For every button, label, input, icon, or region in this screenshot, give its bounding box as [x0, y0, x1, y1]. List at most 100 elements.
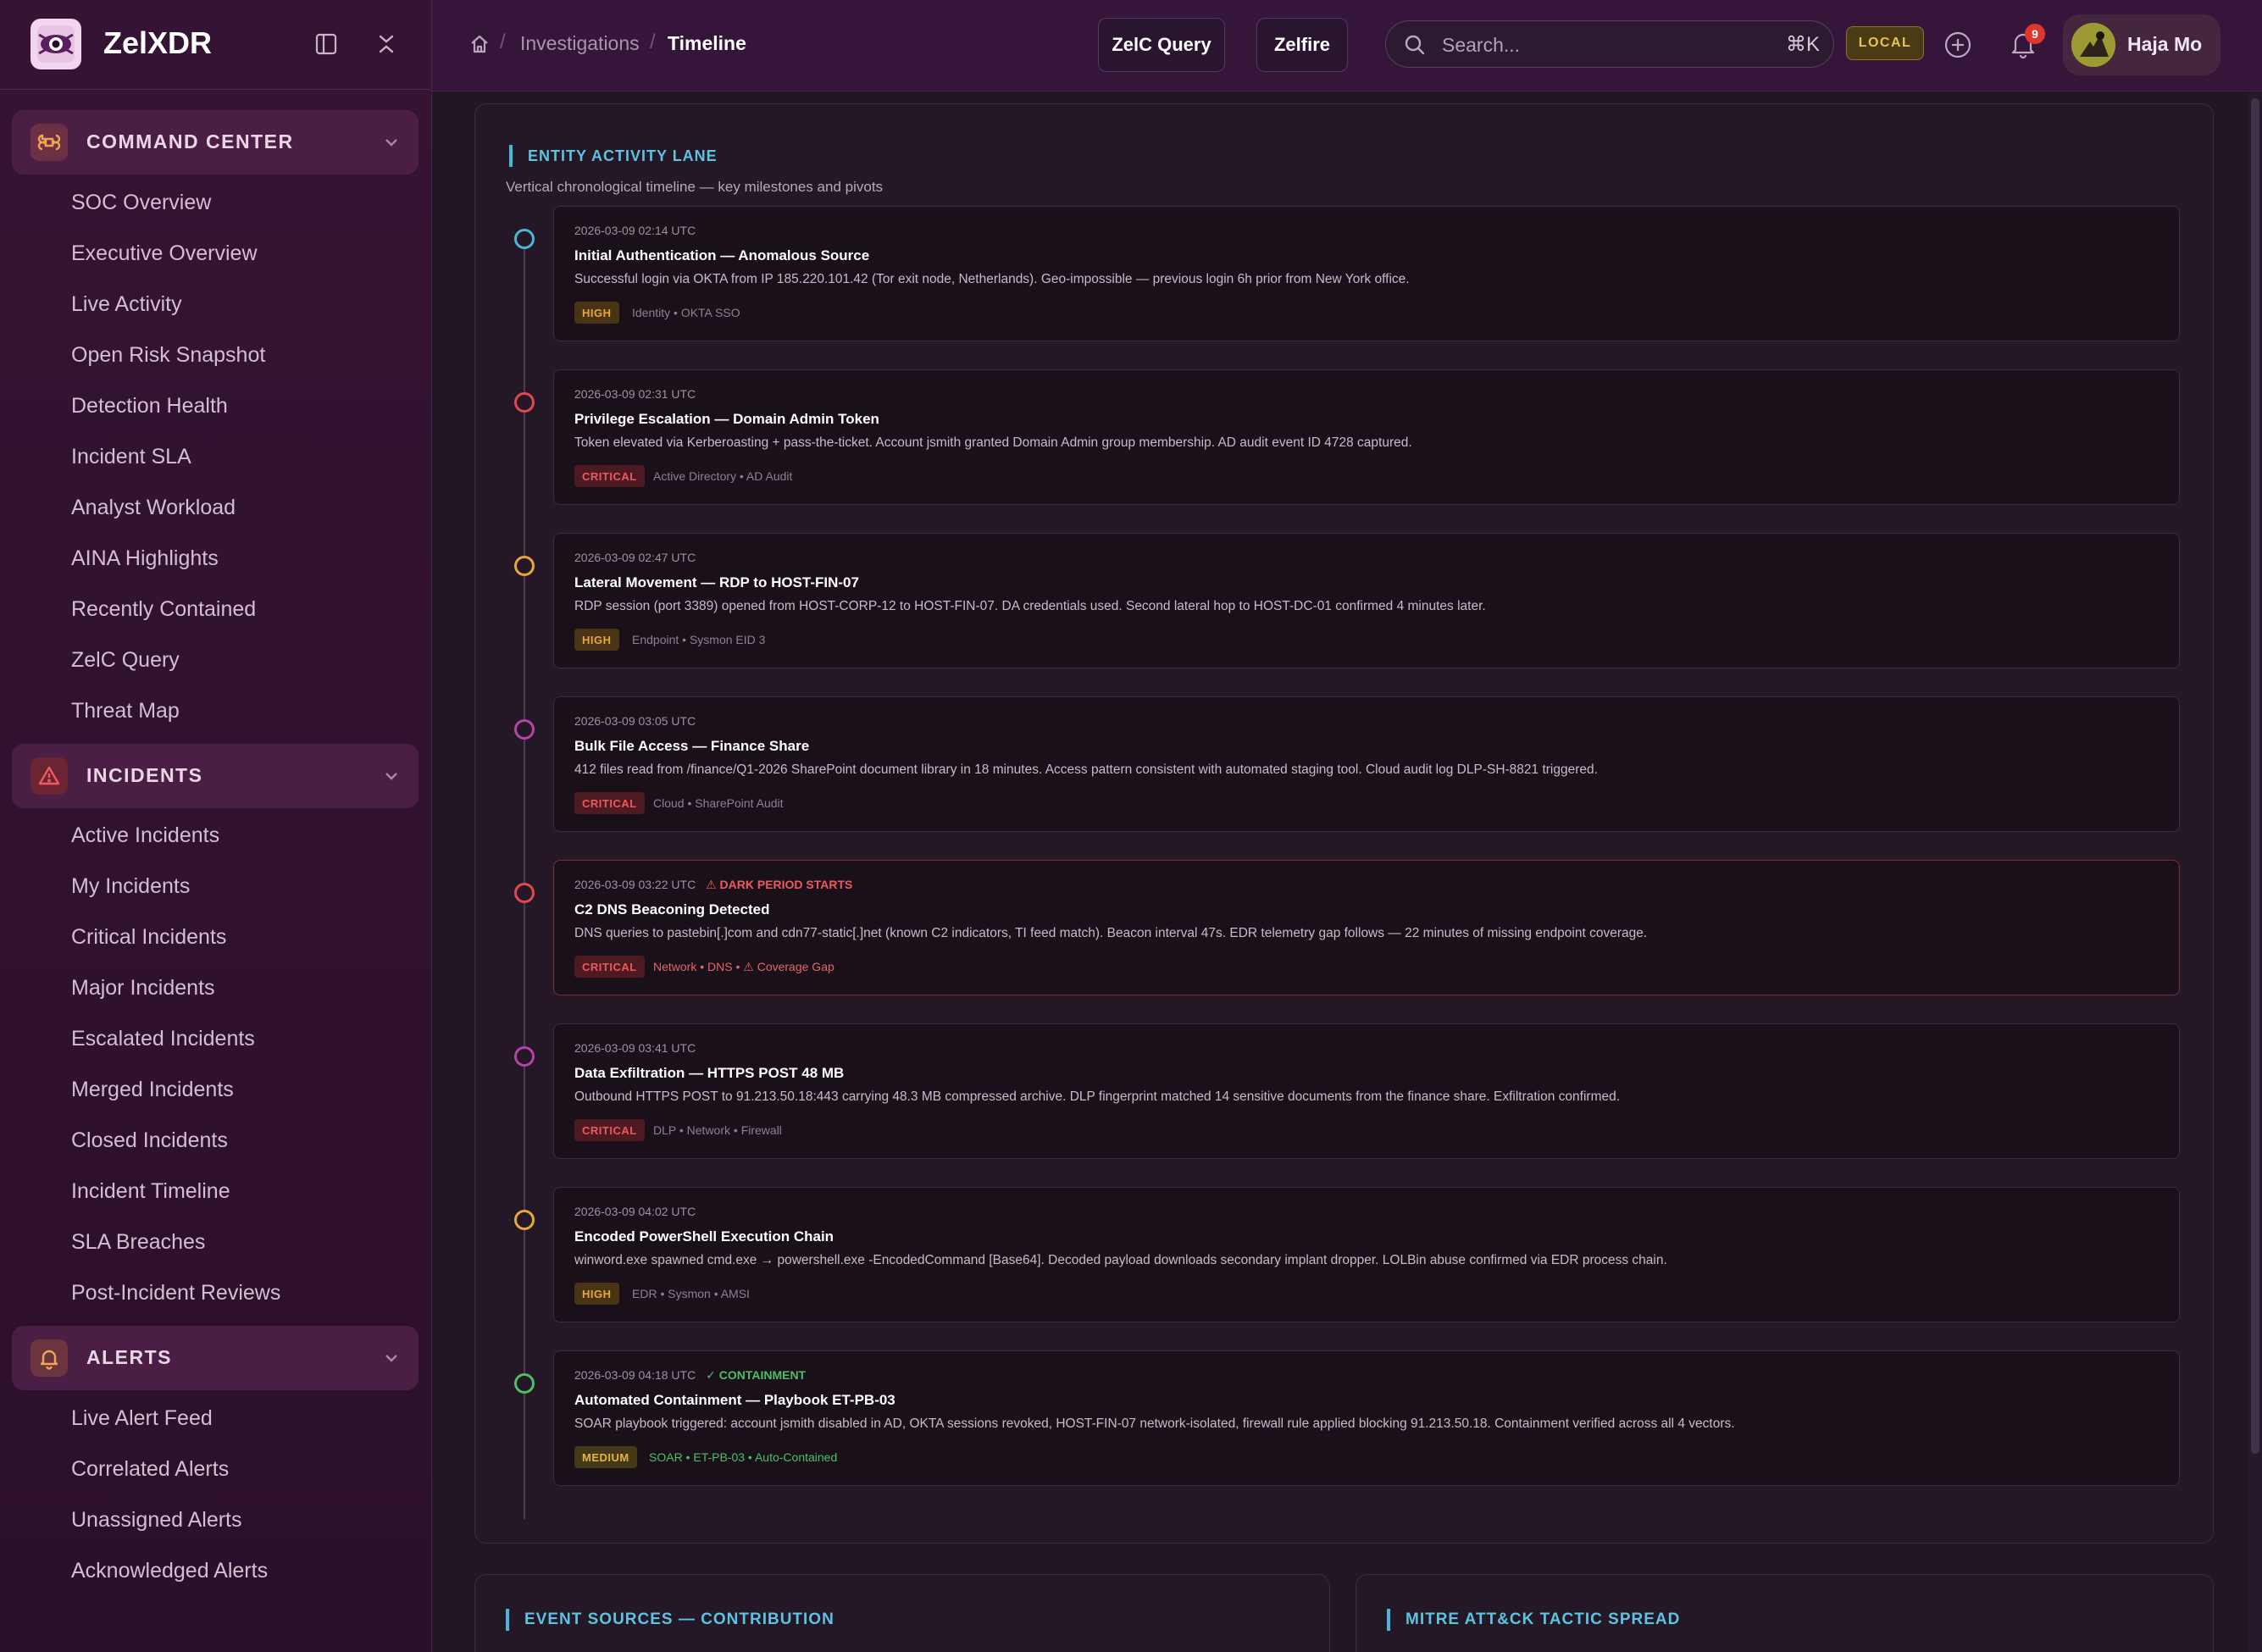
event-source: Endpoint • Sysmon EID 3: [632, 633, 766, 646]
event-title: Initial Authentication — Anomalous Sourc…: [574, 247, 870, 263]
timeline-dot: [514, 1046, 535, 1067]
sidebar-item-incident-timeline[interactable]: Incident Timeline: [71, 1179, 230, 1204]
event-source: Cloud • SharePoint Audit: [653, 796, 784, 810]
sidebar-item-threat-map[interactable]: Threat Map: [71, 699, 180, 723]
chevron-down-icon[interactable]: [383, 1350, 400, 1367]
severity-badge: HIGH: [574, 302, 619, 324]
sidebar-item-escalated-incidents[interactable]: Escalated Incidents: [71, 1027, 255, 1051]
environment-badge: LOCAL: [1846, 26, 1924, 60]
user-menu[interactable]: Haja Mo: [2063, 14, 2220, 75]
sidebar-item-soc-overview[interactable]: SOC Overview: [71, 191, 211, 215]
timeline-rail: [524, 231, 525, 1519]
event-source: Identity • OKTA SSO: [632, 306, 740, 319]
event-title: Bulk File Access — Finance Share: [574, 738, 810, 754]
zelxdr-logo-icon[interactable]: [30, 19, 81, 69]
timeline-event[interactable]: 2026-03-09 02:47 UTC Lateral Movement — …: [553, 533, 2180, 668]
scrollbar-thumb[interactable]: [2251, 98, 2259, 1454]
timeline-event[interactable]: 2026-03-09 02:31 UTC Privilege Escalatio…: [553, 369, 2180, 505]
section-label: ALERTS: [86, 1346, 172, 1368]
section-alerts[interactable]: ALERTS: [12, 1326, 419, 1390]
event-time: 2026-03-09 03:05 UTC: [574, 714, 696, 728]
avatar: [2071, 23, 2115, 67]
sidebar-item-sla-breaches[interactable]: SLA Breaches: [71, 1230, 205, 1255]
sidebar-item-aina-highlights[interactable]: AINA Highlights: [71, 546, 219, 571]
sidebar-item-detection-health[interactable]: Detection Health: [71, 394, 228, 419]
section-incidents[interactable]: INCIDENTS: [12, 744, 419, 808]
sidebar-item-zelc-query[interactable]: ZelC Query: [71, 648, 180, 673]
event-title: Encoded PowerShell Execution Chain: [574, 1228, 834, 1245]
sidebar-item-live-activity[interactable]: Live Activity: [71, 292, 182, 317]
search-input[interactable]: [1442, 30, 1747, 60]
zelfire-button[interactable]: Zelfire: [1256, 18, 1348, 72]
timeline-event[interactable]: 2026-03-09 03:22 UTC ⚠ DARK PERIOD START…: [553, 860, 2180, 995]
timeline-dot: [514, 556, 535, 576]
breadcrumb-separator: /: [500, 30, 506, 53]
event-time: 2026-03-09 02:47 UTC: [574, 551, 696, 564]
sidebar-item-incident-sla[interactable]: Incident SLA: [71, 445, 191, 469]
event-title: Privilege Escalation — Domain Admin Toke…: [574, 411, 879, 427]
dark-period-flag: ⚠ DARK PERIOD STARTS: [706, 878, 853, 891]
event-description: DNS queries to pastebin[.]com and cdn77-…: [574, 926, 1648, 940]
sidebar-item-closed-incidents[interactable]: Closed Incidents: [71, 1128, 228, 1153]
severity-badge: CRITICAL: [574, 1119, 645, 1141]
home-icon[interactable]: [468, 32, 491, 56]
sidebar-item-acknowledged-alerts[interactable]: Acknowledged Alerts: [71, 1559, 268, 1583]
search-box: ⌘K: [1385, 20, 1834, 68]
containment-flag: ✓ CONTAINMENT: [706, 1368, 807, 1382]
event-source: Network • DNS • ⚠ Coverage Gap: [653, 960, 834, 973]
sidebar-item-unassigned-alerts[interactable]: Unassigned Alerts: [71, 1508, 242, 1533]
sidebar-item-open-risk-snapshot[interactable]: Open Risk Snapshot: [71, 343, 265, 368]
sidebar-item-merged-incidents[interactable]: Merged Incidents: [71, 1078, 234, 1102]
event-source: SOAR • ET-PB-03 • Auto-Contained: [649, 1450, 838, 1464]
section-command-center[interactable]: COMMAND CENTER: [12, 110, 419, 175]
chevron-down-icon[interactable]: [383, 134, 400, 151]
event-time: 2026-03-09 03:41 UTC: [574, 1041, 696, 1055]
breadcrumb-separator: /: [650, 30, 656, 53]
timeline-dot: [514, 883, 535, 903]
timeline-event[interactable]: 2026-03-09 04:02 UTC Encoded PowerShell …: [553, 1187, 2180, 1322]
severity-badge: CRITICAL: [574, 956, 645, 978]
sidebar-item-my-incidents[interactable]: My Incidents: [71, 874, 190, 899]
warning-icon: [30, 757, 68, 795]
sidebar-item-live-alert-feed[interactable]: Live Alert Feed: [71, 1406, 213, 1431]
timeline-event[interactable]: 2026-03-09 03:05 UTC Bulk File Access — …: [553, 696, 2180, 832]
event-time: 2026-03-09 02:31 UTC: [574, 387, 696, 401]
sidebar-item-critical-incidents[interactable]: Critical Incidents: [71, 925, 226, 950]
event-time: 2026-03-09 02:14 UTC: [574, 224, 696, 237]
event-description: RDP session (port 3389) opened from HOST…: [574, 599, 1486, 613]
sidebar-item-executive-overview[interactable]: Executive Overview: [71, 241, 258, 266]
event-title: Data Exfiltration — HTTPS POST 48 MB: [574, 1065, 845, 1081]
add-circle-icon[interactable]: [1943, 30, 1972, 59]
collapse-icon[interactable]: [371, 29, 402, 59]
event-description: Successful login via OKTA from IP 185.22…: [574, 272, 1410, 286]
section-label: COMMAND CENTER: [86, 130, 294, 152]
panel-toggle-icon[interactable]: [311, 29, 341, 59]
breadcrumb-investigations[interactable]: Investigations: [520, 32, 640, 55]
card-title: EVENT SOURCES — CONTRIBUTION: [506, 1609, 834, 1631]
user-name: Haja Mo: [2127, 33, 2203, 55]
sidebar-item-major-incidents[interactable]: Major Incidents: [71, 976, 215, 1001]
entity-activity-lane-panel: ENTITY ACTIVITY LANE Vertical chronologi…: [474, 103, 2214, 1544]
event-time: 2026-03-09 03:22 UTC ⚠ DARK PERIOD START…: [574, 878, 852, 892]
timeline-event[interactable]: 2026-03-09 04:18 UTC ✓ CONTAINMENT Autom…: [553, 1350, 2180, 1486]
severity-badge: CRITICAL: [574, 465, 645, 487]
zelc-query-button[interactable]: ZelC Query: [1098, 18, 1225, 72]
event-title: Lateral Movement — RDP to HOST-FIN-07: [574, 574, 859, 590]
event-time: 2026-03-09 04:02 UTC: [574, 1205, 696, 1218]
sidebar-item-post-incident-reviews[interactable]: Post-Incident Reviews: [71, 1281, 280, 1306]
sidebar-item-recently-contained[interactable]: Recently Contained: [71, 597, 256, 622]
timeline-event[interactable]: 2026-03-09 03:41 UTC Data Exfiltration —…: [553, 1023, 2180, 1159]
sidebar-item-analyst-workload[interactable]: Analyst Workload: [71, 496, 236, 520]
timeline-dot: [514, 1373, 535, 1394]
severity-badge: MEDIUM: [574, 1446, 637, 1468]
timeline-dot: [514, 1210, 535, 1230]
event-description: SOAR playbook triggered: account jsmith …: [574, 1416, 1735, 1431]
event-title: Automated Containment — Playbook ET-PB-0…: [574, 1392, 895, 1408]
timeline-dot: [514, 229, 535, 249]
timeline-event[interactable]: 2026-03-09 02:14 UTC Initial Authenticat…: [553, 206, 2180, 341]
sidebar-item-active-incidents[interactable]: Active Incidents: [71, 823, 219, 848]
event-description: winword.exe spawned cmd.exe → powershell…: [574, 1253, 1667, 1267]
event-description: Outbound HTTPS POST to 91.213.50.18:443 …: [574, 1089, 1621, 1104]
sidebar-item-correlated-alerts[interactable]: Correlated Alerts: [71, 1457, 229, 1482]
chevron-down-icon[interactable]: [383, 768, 400, 784]
